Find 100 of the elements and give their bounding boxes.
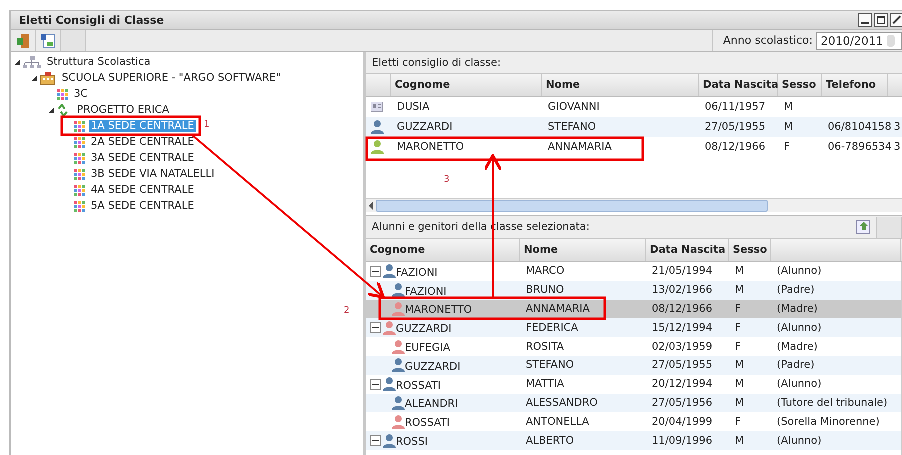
- maximize-button[interactable]: [874, 13, 888, 27]
- table-cell-text: 21/05/1994: [651, 264, 714, 280]
- table-row[interactable]: ROSSATI ANTONELLA 20/04/1999 F (Sorella Minorenne): [366, 412, 901, 432]
- table-cell-text: F: [783, 140, 792, 155]
- table-cell-text: ANNAMARIA: [547, 140, 613, 155]
- table-cell-text: M: [734, 377, 746, 392]
- tree-item[interactable]: 3A SEDE CENTRALE: [89, 152, 196, 164]
- column-header[interactable]: Sesso: [729, 239, 771, 261]
- table-cell-text: (Sorella Minorenne): [776, 414, 881, 430]
- table-cell-text: MARONETTO: [396, 140, 466, 155]
- table-cell-text: EUFEGIA: [405, 341, 450, 354]
- tree-item[interactable]: SCUOLA SUPERIORE - "ARGO SOFTWARE": [60, 72, 283, 84]
- grid-icon: [57, 88, 68, 100]
- table-row[interactable]: MARONETTO ANNAMARIA 08/12/1966 F 06-7896534 3: [366, 137, 902, 157]
- table-row[interactable]: DUSIA GIOVANNI 06/11/1957 M: [366, 97, 902, 117]
- horizontal-scrollbar[interactable]: [366, 198, 902, 212]
- table-cell-text: (Tutore del tribunale): [776, 396, 889, 411]
- table-row[interactable]: FAZIONI MARCO 21/05/1994 M (Alunno): [366, 262, 901, 281]
- table-cell: 06/8104158: [828, 121, 892, 133]
- table-cell-text: ALEANDRI: [405, 397, 458, 410]
- tree-item[interactable]: 5A SEDE CENTRALE: [89, 200, 196, 212]
- table-row[interactable]: GUZZARDI STEFANO 27/05/1955 M 06/8104158 3: [366, 117, 902, 137]
- table-cell-text: 13/02/1966: [651, 283, 714, 298]
- collapse-icon[interactable]: [370, 435, 381, 446]
- table-cell-text: F: [734, 320, 742, 336]
- table-cell-text: STEFANO: [547, 120, 598, 135]
- table-cell-text: MARONETTO: [405, 303, 472, 316]
- table-cell-text: STEFANO: [525, 358, 576, 374]
- tree-item[interactable]: 3B SEDE VIA NATALELLI: [89, 168, 217, 180]
- table-row[interactable]: ROSSI ALBERTO 11/09/1996 M (Alunno): [366, 431, 901, 450]
- table-row[interactable]: GUZZARDI STEFANO 27/05/1955 M (Padre): [366, 356, 901, 375]
- person-icon: [383, 434, 396, 448]
- table-cell-text: DUSIA: [396, 100, 431, 115]
- table-cell-text: MATTIA: [525, 377, 566, 392]
- person-icon: [392, 283, 405, 298]
- table-cell-text: 02/03/1959: [651, 340, 714, 355]
- window-title: Eletti Consigli di Classe: [19, 14, 164, 26]
- collapse-icon[interactable]: [370, 378, 381, 390]
- table-cell-text: (Madre): [776, 340, 819, 355]
- table-cell-text: M: [783, 100, 794, 115]
- table-cell-text: M: [734, 396, 746, 411]
- door-exit-icon: [15, 32, 31, 48]
- collapse-icon[interactable]: [370, 322, 381, 334]
- table-cell-text: ANTONELLA: [525, 414, 590, 430]
- table-cell: 3: [894, 141, 901, 153]
- table-cell-text: 27/05/1956: [651, 396, 714, 411]
- table-cell-text: ROSSATI: [396, 378, 441, 392]
- table-row[interactable]: ROSSATI MATTIA 20/12/1994 M (Alunno): [366, 374, 901, 394]
- collapse-icon[interactable]: [370, 266, 381, 277]
- building-icon: [40, 72, 56, 84]
- column-header[interactable]: Data Nascita: [646, 239, 729, 261]
- table-cell-text: (Alunno): [776, 434, 823, 449]
- grid-icon: [74, 200, 85, 212]
- column-header[interactable]: Cognome: [391, 74, 542, 96]
- table-cell-text: BRUNO: [525, 283, 566, 298]
- school-year-field[interactable]: 2010/2011: [816, 32, 902, 50]
- column-header[interactable]: Telefono: [822, 74, 888, 96]
- table-row[interactable]: ALEANDRI ALESSANDRO 27/05/1956 M (Tutore del tribunale): [366, 394, 901, 412]
- table-cell-text: GUZZARDI: [405, 360, 461, 373]
- column-header[interactable]: Nome: [542, 74, 699, 96]
- table-cell-text: 08/12/1966: [651, 302, 714, 317]
- table-cell-text: 20/12/1994: [651, 377, 714, 392]
- table-cell-text: M: [734, 434, 746, 449]
- document-icon: [40, 32, 56, 48]
- table-cell-text: GUZZARDI: [396, 120, 454, 135]
- tree-item[interactable]: 4A SEDE CENTRALE: [89, 184, 196, 196]
- table-cell-text: M: [734, 358, 746, 374]
- table-cell-text: M: [734, 283, 746, 298]
- table-cell-text: FAZIONI: [405, 284, 447, 298]
- table-cell: 06-7896534: [828, 141, 892, 153]
- grid-icon: [74, 136, 85, 148]
- close-button[interactable]: [890, 13, 902, 27]
- table-cell-text: (Alunno): [776, 320, 823, 336]
- table-cell-text: ALESSANDRO: [525, 396, 599, 411]
- tree-item[interactable]: 3C: [72, 88, 90, 100]
- column-header[interactable]: Nome: [520, 239, 646, 261]
- table-cell-text: (Madre): [776, 302, 819, 317]
- vertical-scrollbar[interactable]: [901, 262, 902, 455]
- tree-item[interactable]: PROGETTO ERICA: [75, 104, 172, 116]
- tree-item[interactable]: Struttura Scolastica: [45, 56, 153, 68]
- table-cell-text: F: [734, 414, 742, 430]
- annotation-number: 1: [204, 120, 210, 130]
- column-header[interactable]: Data Nascita: [699, 74, 778, 96]
- person-icon: [392, 340, 405, 354]
- table-row[interactable]: GUZZARDI FEDERICA 15/12/1994 F (Alunno): [366, 318, 901, 338]
- table-cell-text: 06/11/1957: [704, 100, 767, 115]
- minimize-button[interactable]: [858, 13, 872, 27]
- table-cell-text: MARCO: [525, 264, 566, 280]
- column-header[interactable]: Sesso: [778, 74, 822, 96]
- table-cell-text: 27/05/1955: [704, 120, 767, 135]
- person-icon: [392, 302, 405, 316]
- table-row[interactable]: EUFEGIA ROSITA 02/03/1959 F (Madre): [366, 337, 901, 356]
- annotation-number: 2: [344, 306, 350, 316]
- person-icon: [371, 140, 384, 154]
- expand-triangle-icon[interactable]: [49, 108, 54, 112]
- column-header[interactable]: Cognome: [366, 239, 520, 261]
- table-row[interactable]: FAZIONI BRUNO 13/02/1966 M (Padre): [366, 280, 901, 300]
- table-row[interactable]: MARONETTO ANNAMARIA 08/12/1966 F (Madre): [366, 300, 901, 318]
- tree-item[interactable]: 2A SEDE CENTRALE: [89, 136, 196, 148]
- person-icon: [371, 120, 384, 134]
